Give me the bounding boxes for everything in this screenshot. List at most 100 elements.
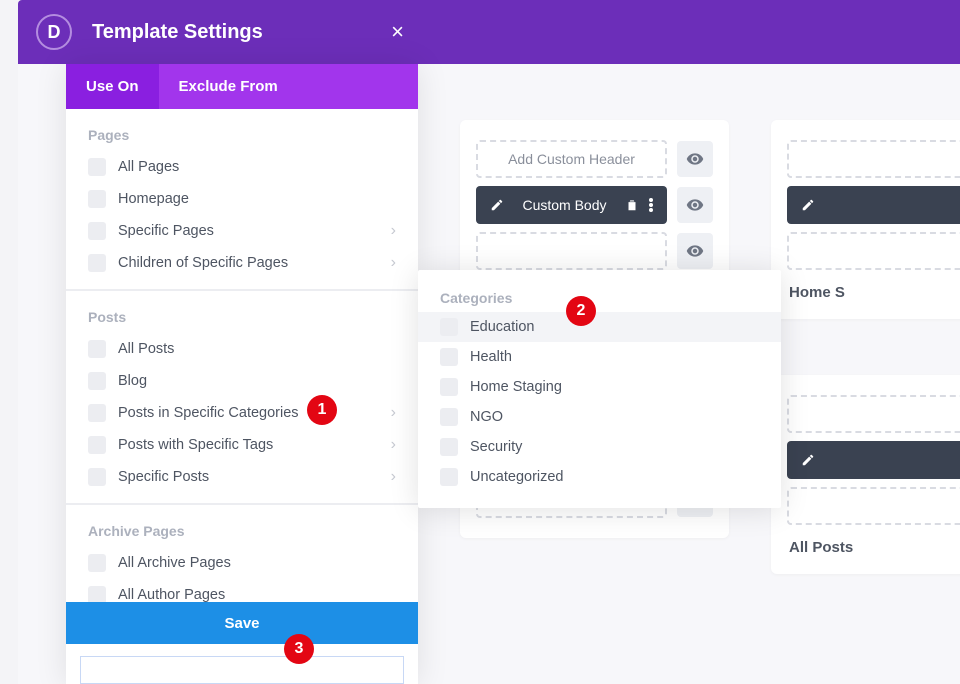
modal-title: Template Settings [92, 21, 263, 44]
checkbox-icon [88, 468, 106, 486]
group-archive: Archive Pages All Archive Pages All Auth… [66, 505, 418, 602]
option-label: Home Staging [470, 379, 562, 395]
chevron-right-icon: › [391, 222, 396, 240]
tab-exclude-from[interactable]: Exclude From [159, 64, 298, 109]
add-slot[interactable] [787, 487, 960, 525]
option-posts-in-categories[interactable]: Posts in Specific Categories › [66, 397, 418, 429]
checkbox-icon [440, 468, 458, 486]
checkbox-icon [440, 348, 458, 366]
pencil-icon [801, 198, 815, 212]
checkbox-icon [440, 438, 458, 456]
visibility-toggle[interactable] [677, 187, 713, 223]
option-label: Posts in Specific Categories [118, 405, 299, 421]
option-label: Specific Posts [118, 469, 209, 485]
option-label: NGO [470, 409, 503, 425]
option-label: Posts with Specific Tags [118, 437, 273, 453]
group-pages: Pages All Pages Homepage Specific Pages ›… [66, 109, 418, 291]
option-all-archive[interactable]: All Archive Pages [66, 547, 418, 579]
trash-icon[interactable] [625, 198, 639, 212]
option-label: Security [470, 439, 522, 455]
content-wrap: Add Custom Header Custom Body [18, 64, 960, 684]
save-button[interactable]: Save [66, 602, 418, 644]
option-label: All Archive Pages [118, 555, 231, 571]
bottom-input[interactable] [80, 656, 404, 684]
checkbox-icon [88, 586, 106, 602]
add-slot[interactable] [476, 232, 667, 270]
eye-icon [686, 196, 704, 214]
chevron-right-icon: › [391, 254, 396, 272]
tab-use-on[interactable]: Use On [66, 64, 159, 109]
option-label: Education [470, 319, 535, 335]
group-header-pages: Pages [66, 127, 418, 151]
chevron-right-icon: › [391, 436, 396, 454]
option-homepage[interactable]: Homepage [66, 183, 418, 215]
option-children-specific-pages[interactable]: Children of Specific Pages › [66, 247, 418, 279]
pencil-icon [490, 198, 504, 212]
add-slot[interactable] [787, 395, 960, 433]
eye-icon [686, 242, 704, 260]
dark-slot[interactable] [787, 186, 960, 224]
category-security[interactable]: Security [418, 432, 781, 462]
annotation-marker-2: 2 [566, 296, 596, 326]
add-slot[interactable] [787, 232, 960, 270]
add-slot[interactable] [787, 140, 960, 178]
category-health[interactable]: Health [418, 342, 781, 372]
category-uncategorized[interactable]: Uncategorized [418, 462, 781, 492]
dark-slot[interactable] [787, 441, 960, 479]
card-label-home: Home S [787, 274, 960, 303]
checkbox-icon [88, 190, 106, 208]
custom-body-slot[interactable]: Custom Body [476, 186, 667, 224]
save-label: Save [224, 615, 259, 632]
option-label: All Pages [118, 159, 179, 175]
kebab-icon[interactable] [649, 198, 653, 212]
category-home-staging[interactable]: Home Staging [418, 372, 781, 402]
flyout-header: Categories [418, 290, 781, 312]
option-label: Children of Specific Pages [118, 255, 288, 271]
eye-icon [686, 150, 704, 168]
option-posts-with-tags[interactable]: Posts with Specific Tags › [66, 429, 418, 461]
group-header-archive: Archive Pages [66, 523, 418, 547]
template-card: Home S [771, 120, 960, 319]
visibility-toggle[interactable] [677, 233, 713, 269]
option-label: Homepage [118, 191, 189, 207]
option-all-posts[interactable]: All Posts [66, 333, 418, 365]
checkbox-icon [440, 318, 458, 336]
close-icon[interactable]: × [391, 19, 404, 45]
categories-flyout: Categories Education Health Home Staging… [418, 270, 781, 508]
template-card: Add Custom Header Custom Body [460, 120, 729, 290]
option-label: Blog [118, 373, 147, 389]
visibility-toggle[interactable] [677, 141, 713, 177]
top-bar: D Template Settings × [18, 0, 960, 64]
checkbox-icon [88, 404, 106, 422]
custom-body-label: Custom Body [522, 197, 606, 213]
option-label: Health [470, 349, 512, 365]
pencil-icon [801, 453, 815, 467]
chevron-right-icon: › [391, 468, 396, 486]
options-scroll: Pages All Pages Homepage Specific Pages ›… [66, 109, 418, 602]
option-all-pages[interactable]: All Pages [66, 151, 418, 183]
template-card: All Posts [771, 375, 960, 574]
checkbox-icon [88, 372, 106, 390]
annotation-marker-3: 3 [284, 634, 314, 664]
checkbox-icon [88, 340, 106, 358]
checkbox-icon [440, 378, 458, 396]
checkbox-icon [88, 554, 106, 572]
annotation-marker-1: 1 [307, 395, 337, 425]
logo-icon: D [36, 14, 72, 50]
category-education[interactable]: Education [418, 312, 781, 342]
option-all-author[interactable]: All Author Pages [66, 579, 418, 602]
tabs: Use On Exclude From [66, 64, 418, 109]
option-specific-posts[interactable]: Specific Posts › [66, 461, 418, 493]
category-ngo[interactable]: NGO [418, 402, 781, 432]
option-label: All Posts [118, 341, 174, 357]
checkbox-icon [88, 254, 106, 272]
option-blog[interactable]: Blog [66, 365, 418, 397]
option-label: Uncategorized [470, 469, 564, 485]
group-posts: Posts All Posts Blog Posts in Specific C… [66, 291, 418, 505]
option-specific-pages[interactable]: Specific Pages › [66, 215, 418, 247]
chevron-right-icon: › [391, 404, 396, 422]
checkbox-icon [440, 408, 458, 426]
option-label: Specific Pages [118, 223, 214, 239]
add-header-slot[interactable]: Add Custom Header [476, 140, 667, 178]
settings-modal: Use On Exclude From Pages All Pages Home… [66, 64, 418, 684]
